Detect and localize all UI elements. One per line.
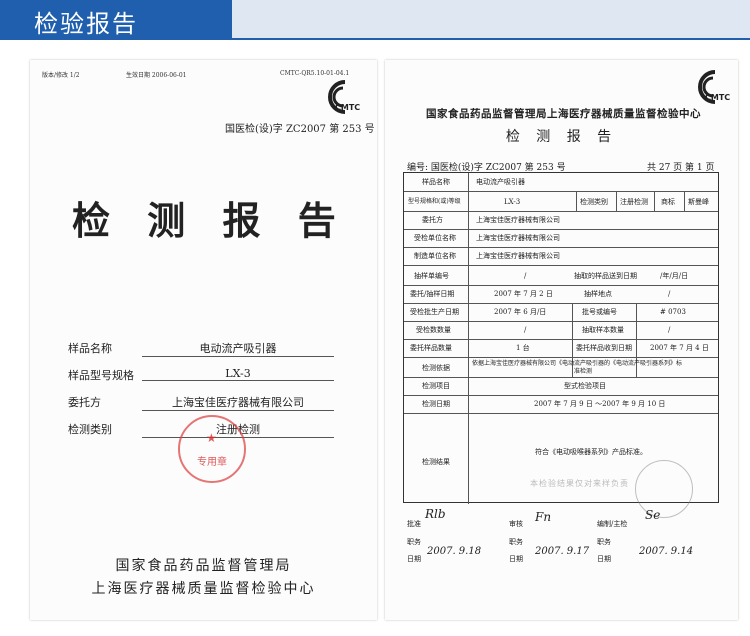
date-label-3: 日期 [597, 555, 611, 563]
cell-sample-place: / [668, 290, 671, 298]
report-detail-page: CMTC 国家食品药品监督管理局上海医疗器械质量监督检验中心 检 测 报 告 编… [385, 60, 738, 620]
compiler-signature: Se [645, 508, 661, 522]
cell-label-maker: 制造单位名称 [414, 252, 456, 260]
cell-batch: # 0703 [660, 308, 686, 316]
report-header: 国家食品药品监督管理局上海医疗器械质量监督检验中心 [426, 108, 701, 120]
cell-test-date: 2007 年 7 月 9 日 ～2007 年 9 月 10 日 [534, 400, 666, 408]
reviewer-signature: Fn [535, 510, 552, 524]
cell-inspected-unit: 上海宝佳医疗器械有限公司 [476, 234, 560, 242]
field-label-model: 样品型号规格 [68, 369, 134, 382]
cmtc-logo-text: CMTC [705, 93, 730, 102]
seal-text: 专用章 [197, 457, 227, 468]
cell-client: 上海宝佳医疗器械有限公司 [476, 216, 560, 224]
review-label: 审核 [509, 520, 523, 528]
cover-footer-line2: 上海医疗器械质量监督检验中心 [91, 581, 316, 597]
cell-label-sample-date: 委托/抽样日期 [410, 290, 455, 298]
cell-label-inspected-unit: 受检单位名称 [414, 234, 456, 242]
cell-label-base: 抽取样本数量 [582, 326, 624, 334]
approve-label: 批准 [407, 520, 421, 528]
cell-items: 型式检验项目 [564, 382, 606, 390]
cell-label-client: 委托方 [422, 216, 443, 224]
cell-sample-no: / [524, 272, 527, 280]
cover-footer-line1: 国家食品药品监督管理局 [115, 558, 292, 574]
cell-label-sample-no: 抽样单编号 [414, 272, 449, 280]
date-label-2: 日期 [509, 555, 523, 563]
cell-label-delivered-date: 委托样品收到日期 [576, 344, 632, 352]
cell-label-basis: 检测依据 [422, 364, 450, 372]
cell-maker: 上海宝佳医疗器械有限公司 [476, 252, 560, 260]
cell-trademark: 斯曼峰 [688, 198, 709, 206]
watermark-text: 本检验结果仅对来样负责 [530, 479, 629, 488]
official-seal-stamp: ★ 专用章 [178, 415, 246, 483]
field-label-category: 检测类别 [68, 423, 112, 436]
cell-basis-line2: 准检测 [574, 368, 593, 375]
cell-label-batch: 批号或编号 [582, 308, 617, 316]
field-label-client: 委托方 [68, 396, 101, 409]
cell-label-sample-place: 抽样地点 [584, 290, 612, 298]
compile-label: 编制/主检 [597, 520, 628, 528]
cell-base: / [668, 326, 671, 334]
cmtc-logo: CMTC [315, 80, 369, 114]
cell-label-category: 检测类别 [580, 198, 608, 206]
report-seal-stamp [635, 460, 693, 518]
cell-sample-date: 2007 年 7 月 2 日 [494, 290, 553, 298]
test-result: 符合《电动吸喉器系列》产品标准。 [535, 448, 647, 456]
cell-label-sample-name: 样品名称 [422, 178, 450, 186]
cell-label-items: 检测项目 [422, 382, 450, 390]
field-label-sample-name: 样品名称 [68, 342, 112, 355]
cmtc-logo: CMTC [685, 70, 739, 104]
cell-qty: / [524, 326, 527, 334]
date-label-1: 日期 [407, 555, 421, 563]
banner-divider [0, 38, 750, 40]
cell-label-qty: 受检数数量 [416, 326, 451, 334]
review-date: 2007. 9.17 [535, 546, 590, 557]
report-cover-page: 版本/修改 1/2 生效日期 2006-06-01 CMTC-QR5.10-01… [30, 60, 377, 620]
report-subtitle: 检 测 报 告 [505, 129, 618, 145]
field-value-client: 上海宝佳医疗器械有限公司 [142, 394, 334, 411]
cell-prod-date: 2007 年 6 月/日 [494, 308, 547, 316]
post-label-1: 职务 [407, 538, 421, 546]
cell-received-date: /年/月/日 [660, 272, 689, 280]
cover-title: 检 测 报 告 [72, 198, 348, 243]
post-label-2: 职务 [509, 538, 523, 546]
approve-date: 2007. 9.18 [427, 546, 482, 557]
field-value-model: LX-3 [142, 367, 334, 381]
cover-version: 版本/修改 1/2 [42, 72, 80, 79]
field-value-sample-name: 电动流产吸引器 [142, 340, 334, 357]
cover-reference-number: 国医检(设)字 ZC2007 第 253 号 [225, 124, 375, 135]
cell-label-result: 检测结果 [422, 458, 450, 466]
cell-label-received-date: 抽取的样品送到日期 [574, 272, 637, 280]
cell-sample-name: 电动流产吸引器 [476, 178, 525, 186]
cell-delivered-date: 2007 年 7 月 4 日 [650, 344, 709, 352]
cell-category: 注册检测 [620, 198, 648, 206]
cell-label-prod-date: 受检批生产日期 [410, 308, 459, 316]
cmtc-logo-text: CMTC [335, 103, 360, 112]
compile-date: 2007. 9.14 [639, 546, 694, 557]
cover-form-code: CMTC-QR5.10-01-04.1 [280, 70, 350, 77]
cell-model: LX-3 [504, 198, 521, 206]
post-label-3: 职务 [597, 538, 611, 546]
cover-effective-date: 生效日期 2006-06-01 [126, 72, 187, 79]
cell-label-test-date: 检测日期 [422, 400, 450, 408]
cell-label-trademark: 商标 [661, 198, 675, 206]
header-banner: 检验报告 [0, 0, 750, 40]
approver-signature: Rlb [425, 507, 446, 521]
banner-title: 检验报告 [34, 10, 138, 38]
cell-label-delivered: 委托样品数量 [410, 344, 452, 352]
cell-label-model: 型号规格和(或)等级 [408, 198, 461, 205]
cell-delivered: 1 台 [516, 344, 530, 352]
